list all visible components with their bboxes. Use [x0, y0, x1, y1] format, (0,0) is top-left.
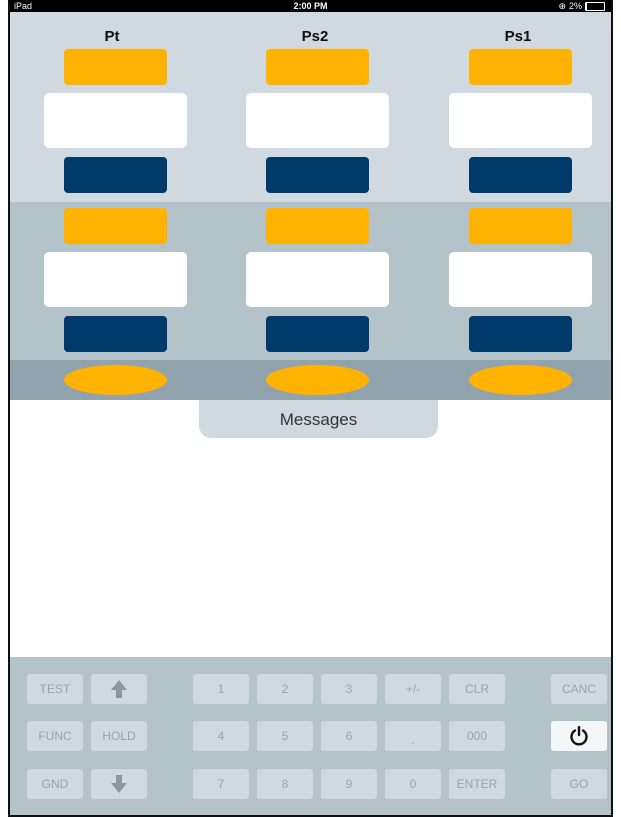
ps1-orange-button-top[interactable]	[469, 49, 572, 85]
power-icon	[570, 726, 588, 746]
ps2-value-field-top[interactable]	[246, 93, 389, 148]
arrow-up-icon	[111, 680, 127, 698]
power-button[interactable]	[551, 721, 607, 751]
ps1-value-field-top[interactable]	[449, 93, 592, 148]
ps1-value-field-bottom[interactable]	[449, 252, 592, 307]
plus-minus-key[interactable]: +/-	[385, 674, 441, 704]
ps1-navy-button-bottom[interactable]	[469, 316, 572, 352]
top-panel: Pt Ps2 Ps1	[10, 12, 611, 202]
digit-0-key[interactable]: 0	[385, 769, 441, 799]
battery-icon	[585, 1, 605, 11]
pt-value-field-bottom[interactable]	[44, 252, 187, 307]
enter-key[interactable]: ENTER	[449, 769, 505, 799]
ps1-oval-button[interactable]	[469, 365, 572, 395]
pt-oval-button[interactable]	[64, 365, 167, 395]
column-title-ps2: Ps2	[301, 28, 329, 45]
battery-percent: 2%	[568, 1, 582, 11]
cancel-key[interactable]: CANC	[551, 674, 607, 704]
column-title-pt: Pt	[104, 28, 120, 45]
go-key[interactable]: GO	[551, 769, 607, 799]
digit-4-key[interactable]: 4	[193, 721, 249, 751]
rotation-lock-icon: ⊕	[558, 1, 566, 11]
status-right: ⊕ 2%	[558, 0, 605, 12]
triple-zero-key[interactable]: 000	[449, 721, 505, 751]
ps2-navy-button-top[interactable]	[266, 157, 369, 193]
digit-2-key[interactable]: 2	[257, 674, 313, 704]
decimal-point-key[interactable]: .	[385, 721, 441, 751]
ps1-orange-button-bottom[interactable]	[469, 208, 572, 244]
pt-orange-button-top[interactable]	[64, 49, 167, 85]
ps2-oval-button[interactable]	[266, 365, 369, 395]
ps2-orange-button-bottom[interactable]	[266, 208, 369, 244]
status-bar: iPad 2:00 PM ⊕ 2%	[10, 0, 611, 12]
digit-8-key[interactable]: 8	[257, 769, 313, 799]
down-arrow-key[interactable]	[91, 769, 147, 799]
func-key[interactable]: FUNC	[27, 721, 83, 751]
digit-3-key[interactable]: 3	[321, 674, 377, 704]
status-time: 2:00 PM	[293, 1, 328, 11]
pt-orange-button-bottom[interactable]	[64, 208, 167, 244]
digit-7-key[interactable]: 7	[193, 769, 249, 799]
digit-1-key[interactable]: 1	[193, 674, 249, 704]
ps2-navy-button-bottom[interactable]	[266, 316, 369, 352]
up-arrow-key[interactable]	[91, 674, 147, 704]
column-title-ps1: Ps1	[504, 28, 532, 45]
digit-6-key[interactable]: 6	[321, 721, 377, 751]
ps2-value-field-bottom[interactable]	[246, 252, 389, 307]
ipad-screen: iPad 2:00 PM ⊕ 2% Pt Ps2 Ps1 Messages TE…	[8, 0, 613, 817]
hold-key[interactable]: HOLD	[91, 721, 147, 751]
middle-panel	[10, 202, 611, 360]
oval-strip	[10, 360, 611, 400]
gnd-key[interactable]: GND	[27, 769, 83, 799]
ps2-orange-button-top[interactable]	[266, 49, 369, 85]
pt-navy-button-bottom[interactable]	[64, 316, 167, 352]
messages-tab[interactable]: Messages	[199, 400, 438, 438]
pt-value-field-top[interactable]	[44, 93, 187, 148]
digit-9-key[interactable]: 9	[321, 769, 377, 799]
ps1-navy-button-top[interactable]	[469, 157, 572, 193]
clear-key[interactable]: CLR	[449, 674, 505, 704]
arrow-down-icon	[111, 775, 127, 793]
keypad: TEST 1 2 3 +/- CLR CANC FUNC HOLD 4 5 6 …	[10, 657, 611, 815]
pt-navy-button-top[interactable]	[64, 157, 167, 193]
test-key[interactable]: TEST	[27, 674, 83, 704]
digit-5-key[interactable]: 5	[257, 721, 313, 751]
